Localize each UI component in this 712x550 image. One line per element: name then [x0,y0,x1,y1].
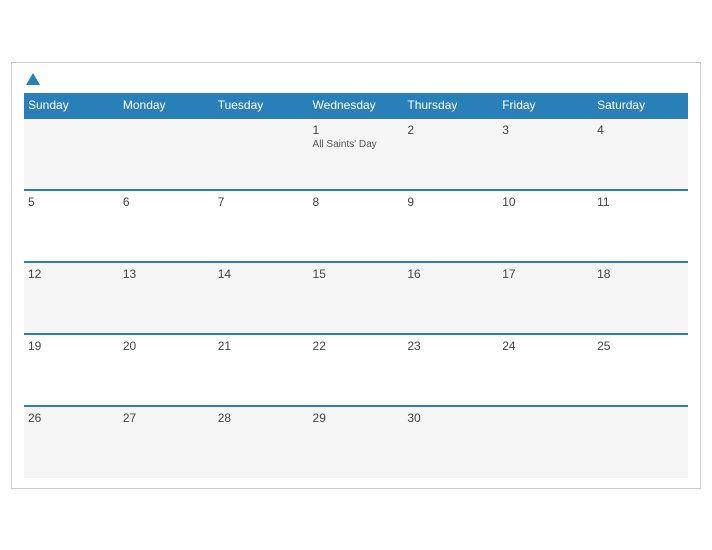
day-number: 20 [123,339,210,353]
calendar-day-cell: 29 [309,406,404,478]
calendar-day-cell: 1 All Saints' Day [309,118,404,190]
calendar-day-cell: 5 [24,190,119,262]
calendar-day-cell: 28 [214,406,309,478]
calendar-day-cell: 20 [119,334,214,406]
day-number: 25 [597,339,684,353]
calendar-day-cell [214,118,309,190]
calendar-day-cell [119,118,214,190]
calendar-day-cell: 23 [403,334,498,406]
day-number: 27 [123,411,210,425]
day-number: 6 [123,195,210,209]
calendar-body: 1All Saints' Day234567891011121314151617… [24,118,688,478]
day-number: 13 [123,267,210,281]
calendar-week-row: 1 All Saints' Day 234 [24,118,688,190]
calendar-day-cell: 6 [119,190,214,262]
day-number: 28 [218,411,305,425]
day-number: 18 [597,267,684,281]
weekday-header-row: SundayMondayTuesdayWednesdayThursdayFrid… [24,93,688,118]
day-number: 24 [502,339,589,353]
calendar-table: SundayMondayTuesdayWednesdayThursdayFrid… [24,93,688,478]
day-number: 26 [28,411,115,425]
calendar-day-cell: 19 [24,334,119,406]
day-number: 12 [28,267,115,281]
calendar-day-cell: 24 [498,334,593,406]
calendar-day-cell: 21 [214,334,309,406]
calendar-day-cell: 2 [403,118,498,190]
calendar-header [24,73,688,85]
weekday-header-cell: Wednesday [309,93,404,118]
calendar-day-cell: 16 [403,262,498,334]
calendar-container: SundayMondayTuesdayWednesdayThursdayFrid… [11,62,701,489]
event-label: All Saints' Day [313,139,400,150]
weekday-header-cell: Saturday [593,93,688,118]
day-number: 15 [313,267,400,281]
calendar-day-cell [24,118,119,190]
calendar-week-row: 26 27 28 29 30 [24,406,688,478]
calendar-day-cell: 14 [214,262,309,334]
calendar-day-cell: 7 [214,190,309,262]
day-number: 7 [218,195,305,209]
day-number: 3 [502,123,589,137]
day-number: 14 [218,267,305,281]
day-number: 16 [407,267,494,281]
calendar-day-cell: 27 [119,406,214,478]
calendar-day-cell: 30 [403,406,498,478]
day-number: 19 [28,339,115,353]
calendar-day-cell: 15 [309,262,404,334]
calendar-day-cell: 26 [24,406,119,478]
calendar-day-cell: 25 [593,334,688,406]
day-number: 29 [313,411,400,425]
calendar-thead: SundayMondayTuesdayWednesdayThursdayFrid… [24,93,688,118]
day-number: 21 [218,339,305,353]
day-number: 23 [407,339,494,353]
calendar-day-cell: 10 [498,190,593,262]
weekday-header-cell: Monday [119,93,214,118]
day-number: 17 [502,267,589,281]
day-number: 8 [313,195,400,209]
calendar-day-cell [498,406,593,478]
calendar-day-cell: 18 [593,262,688,334]
calendar-day-cell: 9 [403,190,498,262]
calendar-day-cell: 11 [593,190,688,262]
weekday-header-cell: Thursday [403,93,498,118]
day-number: 10 [502,195,589,209]
logo [24,73,40,85]
day-number: 11 [597,195,684,209]
calendar-day-cell: 12 [24,262,119,334]
day-number: 9 [407,195,494,209]
weekday-header-cell: Friday [498,93,593,118]
calendar-week-row: 19 20 21 22 23 24 25 [24,334,688,406]
day-number: 30 [407,411,494,425]
calendar-day-cell: 4 [593,118,688,190]
calendar-day-cell: 3 [498,118,593,190]
day-number: 5 [28,195,115,209]
calendar-day-cell [593,406,688,478]
day-number: 4 [597,123,684,137]
day-number: 2 [407,123,494,137]
logo-triangle-icon [26,73,40,85]
calendar-day-cell: 13 [119,262,214,334]
day-number: 22 [313,339,400,353]
calendar-week-row: 12 13 14 15 16 17 18 [24,262,688,334]
calendar-day-cell: 8 [309,190,404,262]
weekday-header-cell: Tuesday [214,93,309,118]
calendar-week-row: 56789 10 11 [24,190,688,262]
weekday-header-cell: Sunday [24,93,119,118]
day-number: 1 [313,123,400,137]
calendar-day-cell: 22 [309,334,404,406]
calendar-day-cell: 17 [498,262,593,334]
